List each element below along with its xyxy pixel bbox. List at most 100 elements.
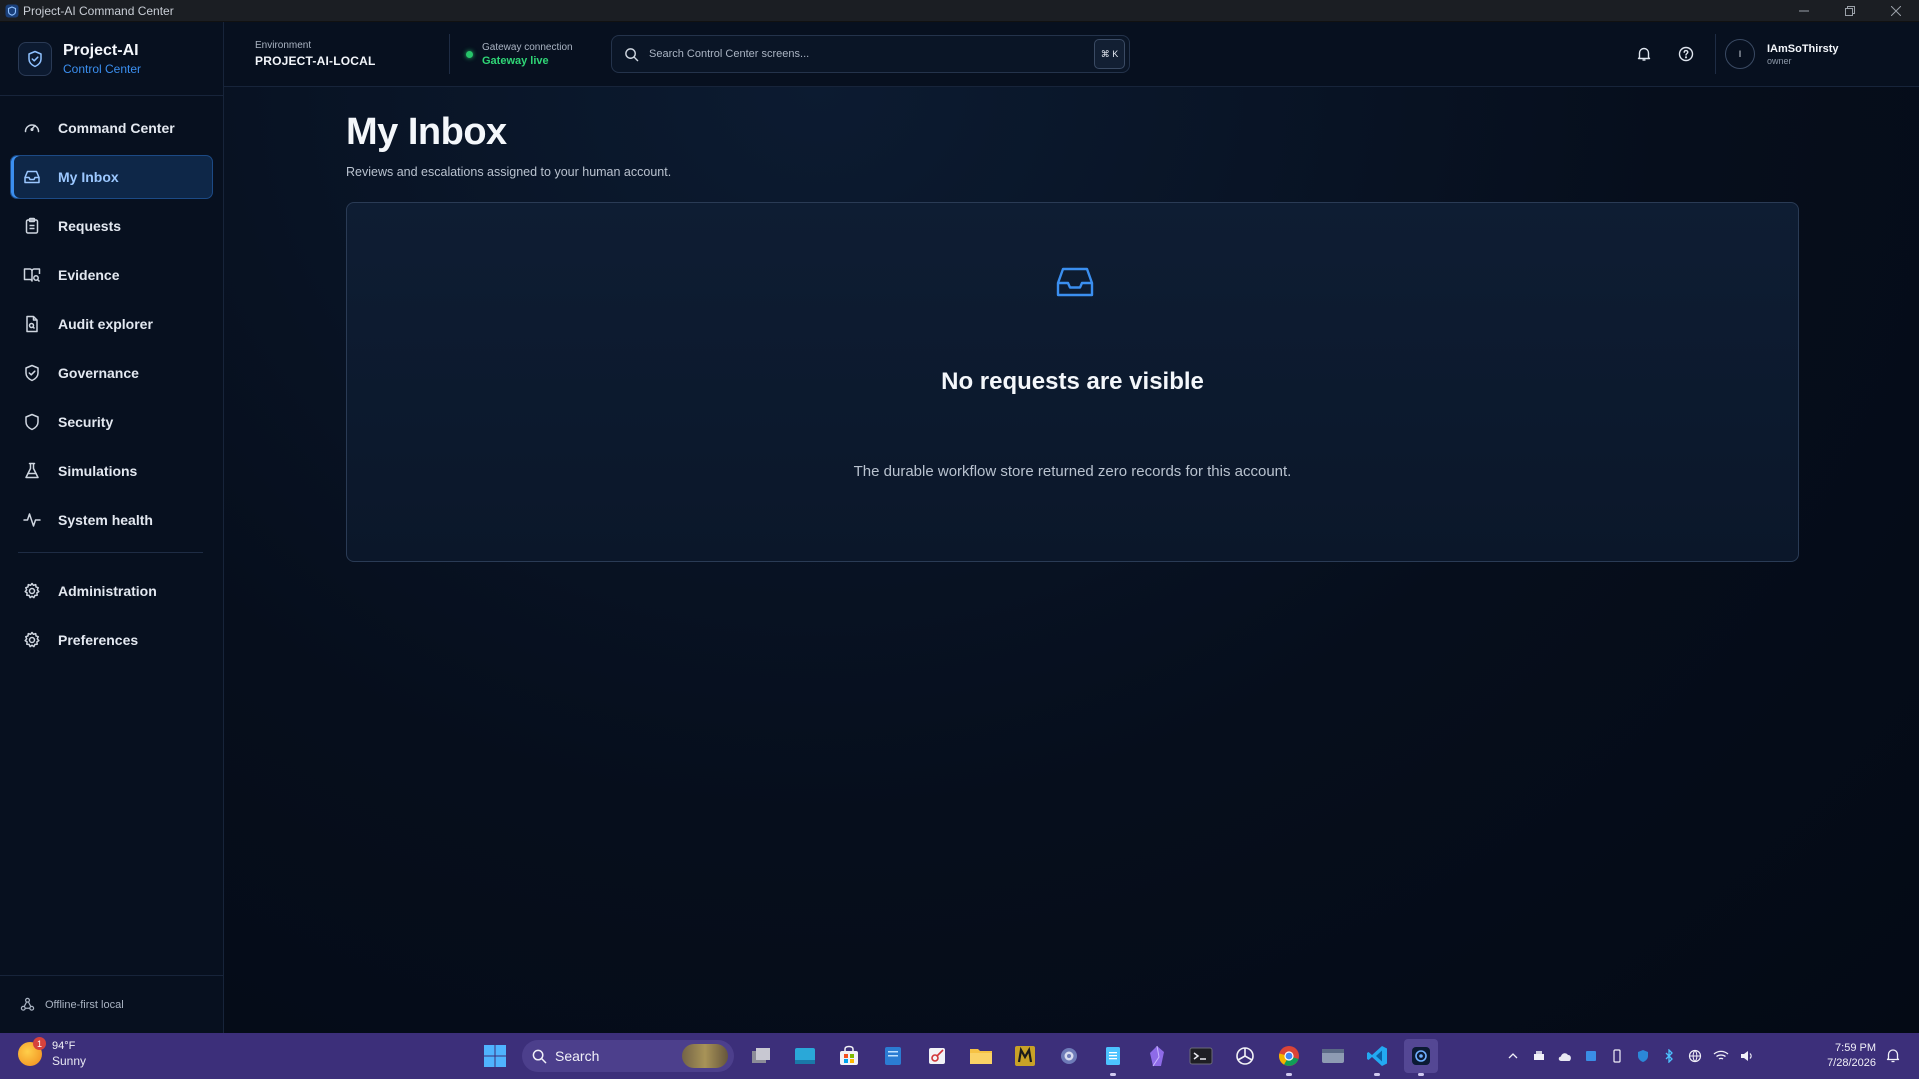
project-ai-app-icon xyxy=(1412,1047,1430,1065)
taskbar-app-store[interactable] xyxy=(832,1039,866,1073)
taskbar-app-word[interactable] xyxy=(876,1039,910,1073)
defender-icon xyxy=(1638,1050,1648,1062)
environment-value: PROJECT-AI-LOCAL xyxy=(255,54,376,68)
clipboard-icon xyxy=(23,217,41,235)
window-titlebar: Project-AI Command Center xyxy=(0,0,1919,22)
tray-usb-button[interactable] xyxy=(1609,1048,1625,1064)
running-indicator xyxy=(1418,1073,1424,1076)
top-header: Environment PROJECT-AI-LOCAL Gateway con… xyxy=(224,22,1919,87)
taskbar-app-settings[interactable] xyxy=(1052,1039,1086,1073)
tray-volume-button[interactable] xyxy=(1739,1048,1755,1064)
sidebar-item-label: Audit explorer xyxy=(58,316,153,332)
sidebar-item-evidence[interactable]: Evidence xyxy=(10,253,213,297)
network-icon xyxy=(20,997,35,1011)
sidebar-item-label: Evidence xyxy=(58,267,120,283)
terminal-icon xyxy=(1189,1047,1213,1065)
running-indicator xyxy=(1286,1073,1292,1076)
sidebar-item-administration[interactable]: Administration xyxy=(10,569,213,613)
chevron-up-icon xyxy=(1508,1053,1518,1059)
taskbar-app-obsidian[interactable] xyxy=(1140,1039,1174,1073)
taskbar-app-task-view[interactable] xyxy=(744,1039,778,1073)
notification-center-button[interactable] xyxy=(1886,1048,1900,1063)
taskbar-search[interactable]: Search xyxy=(522,1040,734,1072)
start-button[interactable] xyxy=(478,1039,512,1073)
search-icon xyxy=(532,1049,547,1063)
task-view-icon xyxy=(752,1048,770,1063)
taskbar-app-terminal[interactable] xyxy=(1184,1039,1218,1073)
taskbar-app-vscode[interactable] xyxy=(1360,1039,1394,1076)
sidebar-item-requests[interactable]: Requests xyxy=(10,204,213,248)
m-app-icon xyxy=(1015,1046,1035,1066)
search-placeholder: Search Control Center screens... xyxy=(649,48,810,60)
sidebar-item-command-center[interactable]: Command Center xyxy=(10,106,213,150)
restore-button[interactable] xyxy=(1827,0,1873,22)
weather-condition: Sunny xyxy=(52,1054,87,1068)
sidebar-item-audit-explorer[interactable]: Audit explorer xyxy=(10,302,213,346)
chrome-icon xyxy=(1278,1046,1299,1066)
clock-time: 7:59 PM xyxy=(1835,1042,1876,1054)
tray-cloud-button[interactable] xyxy=(1557,1048,1573,1064)
sidebar-item-preferences[interactable]: Preferences xyxy=(10,618,213,662)
environment-label: Environment xyxy=(255,40,312,51)
widgets-icon xyxy=(795,1048,815,1064)
taskbar-app-chrome[interactable] xyxy=(1272,1039,1306,1076)
document-app-icon xyxy=(885,1047,901,1065)
taskbar-clock[interactable]: 7:59 PM 7/28/2026 xyxy=(1816,1042,1876,1069)
page-subtitle: Reviews and escalations assigned to your… xyxy=(346,165,672,179)
minimize-icon xyxy=(1799,10,1809,11)
tray-vpn-button[interactable] xyxy=(1687,1048,1703,1064)
sidebar-item-governance[interactable]: Governance xyxy=(10,351,213,395)
brand[interactable]: Project-AI Control Center xyxy=(0,22,223,96)
sidebar-item-my-inbox[interactable]: My Inbox xyxy=(10,155,213,199)
sidebar-item-system-health[interactable]: System health xyxy=(10,498,213,542)
notifications-button[interactable] xyxy=(1629,39,1659,69)
activity-icon xyxy=(23,511,41,529)
cloud-icon xyxy=(1558,1053,1571,1061)
sidebar-item-label: Security xyxy=(58,414,114,430)
inbox-icon xyxy=(1056,267,1094,297)
tray-wifi-button[interactable] xyxy=(1713,1048,1729,1064)
gauge-icon xyxy=(23,119,41,137)
taskbar-app-notepad[interactable] xyxy=(1096,1039,1130,1076)
user-menu[interactable]: I IAmSoThirsty owner xyxy=(1724,39,1919,69)
sidebar-nav: Command Center My Inbox Requests Evidenc… xyxy=(0,96,223,662)
brand-subtitle: Control Center xyxy=(63,61,142,76)
running-indicator xyxy=(1374,1073,1380,1076)
close-window-button[interactable] xyxy=(1873,0,1919,22)
show-hidden-icons-button[interactable] xyxy=(1505,1048,1521,1064)
tray-security-button[interactable] xyxy=(1635,1048,1651,1064)
sidebar-item-simulations[interactable]: Simulations xyxy=(10,449,213,493)
empty-state-card: No requests are visible The durable work… xyxy=(346,202,1799,562)
taskbar-app-file-explorer[interactable] xyxy=(964,1039,998,1073)
taskbar-app-snipping[interactable] xyxy=(920,1039,954,1073)
main-content: My Inbox Reviews and escalations assigne… xyxy=(224,87,1919,1033)
offline-status-label: Offline-first local xyxy=(45,998,124,1011)
page-title: My Inbox xyxy=(346,111,507,153)
file-search-icon xyxy=(23,315,41,333)
clock-date: 7/28/2026 xyxy=(1827,1057,1876,1069)
windows-logo-icon xyxy=(484,1045,506,1067)
taskbar-app-keyboard[interactable] xyxy=(1316,1039,1350,1073)
taskbar-app-widgets[interactable] xyxy=(788,1039,822,1073)
tray-app-icon[interactable] xyxy=(1531,1048,1547,1064)
help-icon xyxy=(1678,46,1694,62)
volume-icon xyxy=(1741,1051,1752,1061)
sidebar-footer: Offline-first local xyxy=(0,975,223,1033)
search-input[interactable]: Search Control Center screens... ⌘ K xyxy=(611,35,1130,73)
taskbar-app-project-ai[interactable] xyxy=(1404,1039,1438,1076)
sidebar-item-label: Command Center xyxy=(58,120,175,136)
tray-bluetooth-button[interactable] xyxy=(1661,1048,1677,1064)
weather-widget[interactable]: 1 94°F Sunny xyxy=(18,1037,87,1068)
sidebar-item-security[interactable]: Security xyxy=(10,400,213,444)
bluetooth-icon xyxy=(1665,1049,1673,1063)
sidebar-item-label: Requests xyxy=(58,218,122,234)
search-icon xyxy=(625,47,639,61)
help-button[interactable] xyxy=(1671,39,1701,69)
taskbar-app-m[interactable] xyxy=(1008,1039,1042,1073)
minimize-button[interactable] xyxy=(1781,0,1827,22)
wifi-icon xyxy=(1713,1050,1729,1060)
tray-app-icon[interactable] xyxy=(1583,1048,1599,1064)
taskbar-app-chatgpt[interactable] xyxy=(1228,1039,1262,1073)
environment-indicator: Environment PROJECT-AI-LOCAL xyxy=(255,34,450,74)
sidebar-item-label: Governance xyxy=(58,365,139,381)
